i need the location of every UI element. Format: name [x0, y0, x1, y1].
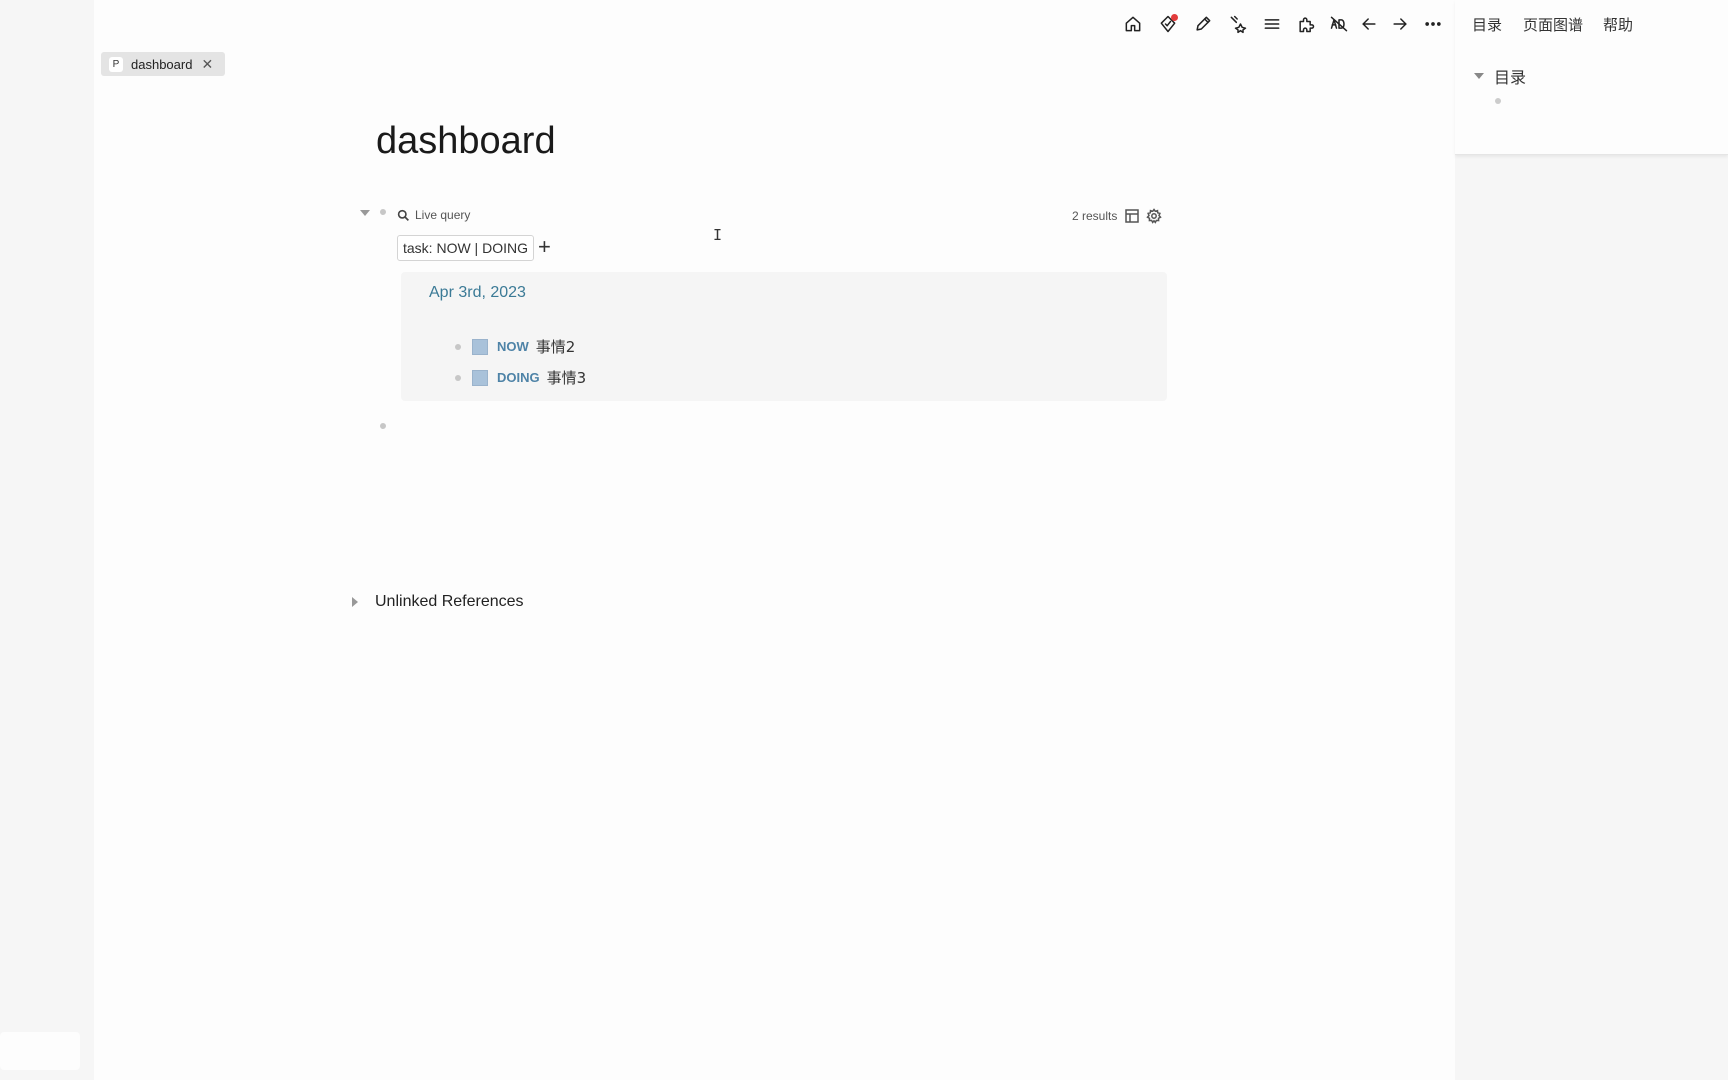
task-checkbox[interactable]	[472, 338, 488, 355]
forward-arrow-icon[interactable]	[1388, 12, 1412, 36]
star-sparkle-icon[interactable]	[1226, 12, 1250, 36]
empty-block-bullet[interactable]	[380, 423, 386, 429]
table-view-icon[interactable]	[1124, 208, 1140, 224]
right-sidebar: 目录 页面图谱 帮助 目录	[1455, 0, 1728, 1080]
tag-notification-icon[interactable]	[1156, 12, 1180, 36]
page-tab-label: dashboard	[131, 56, 193, 72]
puzzle-icon[interactable]	[1294, 12, 1318, 36]
task-text[interactable]: 事情2	[536, 336, 576, 357]
page-tab[interactable]: P dashboard ✕	[101, 52, 225, 76]
task-checkbox[interactable]	[472, 369, 488, 386]
block-bullet[interactable]	[380, 209, 386, 215]
search-icon	[397, 209, 409, 221]
more-icon[interactable]	[1421, 12, 1445, 36]
results-count: 2 results	[1072, 209, 1118, 223]
page-title[interactable]: dashboard	[376, 120, 556, 163]
task-row[interactable]: DOING 事情3	[455, 367, 586, 388]
text-cursor: I	[713, 226, 723, 244]
tab-help[interactable]: 帮助	[1603, 14, 1633, 35]
task-bullet[interactable]	[455, 343, 461, 350]
live-query-text: Live query	[415, 208, 471, 222]
toc-bullet	[1495, 98, 1501, 104]
back-arrow-icon[interactable]	[1357, 12, 1381, 36]
live-query-label: Live query	[397, 208, 470, 222]
collapse-caret-icon[interactable]	[1474, 73, 1484, 79]
gear-icon[interactable]	[1146, 208, 1162, 224]
query-results: Apr 3rd, 2023 NOW 事情2 DOING 事情3	[401, 272, 1167, 401]
task-row[interactable]: NOW 事情2	[455, 336, 575, 357]
tab-page-graph[interactable]: 页面图谱	[1523, 14, 1583, 35]
unlinked-references-toggle[interactable]: Unlinked References	[352, 593, 524, 611]
left-bottom-panel	[0, 1032, 80, 1070]
task-marker[interactable]: NOW	[497, 339, 529, 354]
home-icon[interactable]	[1121, 12, 1145, 36]
left-sidebar-strip	[0, 0, 94, 1080]
collapse-caret-icon[interactable]	[360, 210, 370, 216]
toc-heading-label: 目录	[1494, 68, 1527, 87]
main-content	[94, 0, 1455, 1080]
notification-dot	[1171, 14, 1178, 21]
expand-caret-icon[interactable]	[352, 597, 358, 607]
list-icon[interactable]	[1260, 12, 1284, 36]
task-bullet[interactable]	[455, 374, 461, 381]
close-icon[interactable]: ✕	[201, 57, 213, 71]
query-filter[interactable]: task: NOW | DOING	[397, 235, 534, 261]
task-marker[interactable]: DOING	[497, 370, 540, 385]
page-badge: P	[109, 56, 123, 72]
add-filter-button[interactable]: +	[538, 234, 551, 260]
task-text[interactable]: 事情3	[547, 367, 587, 388]
pencil-icon[interactable]	[1191, 12, 1215, 36]
tab-toc[interactable]: 目录	[1472, 14, 1502, 35]
result-page-link[interactable]: Apr 3rd, 2023	[429, 284, 526, 302]
toc-heading[interactable]: 目录	[1474, 64, 1526, 88]
no-ads-icon[interactable]	[1327, 12, 1351, 36]
unlinked-references-label: Unlinked References	[375, 593, 524, 610]
right-sidebar-content: 目录 页面图谱 帮助 目录	[1455, 0, 1728, 155]
